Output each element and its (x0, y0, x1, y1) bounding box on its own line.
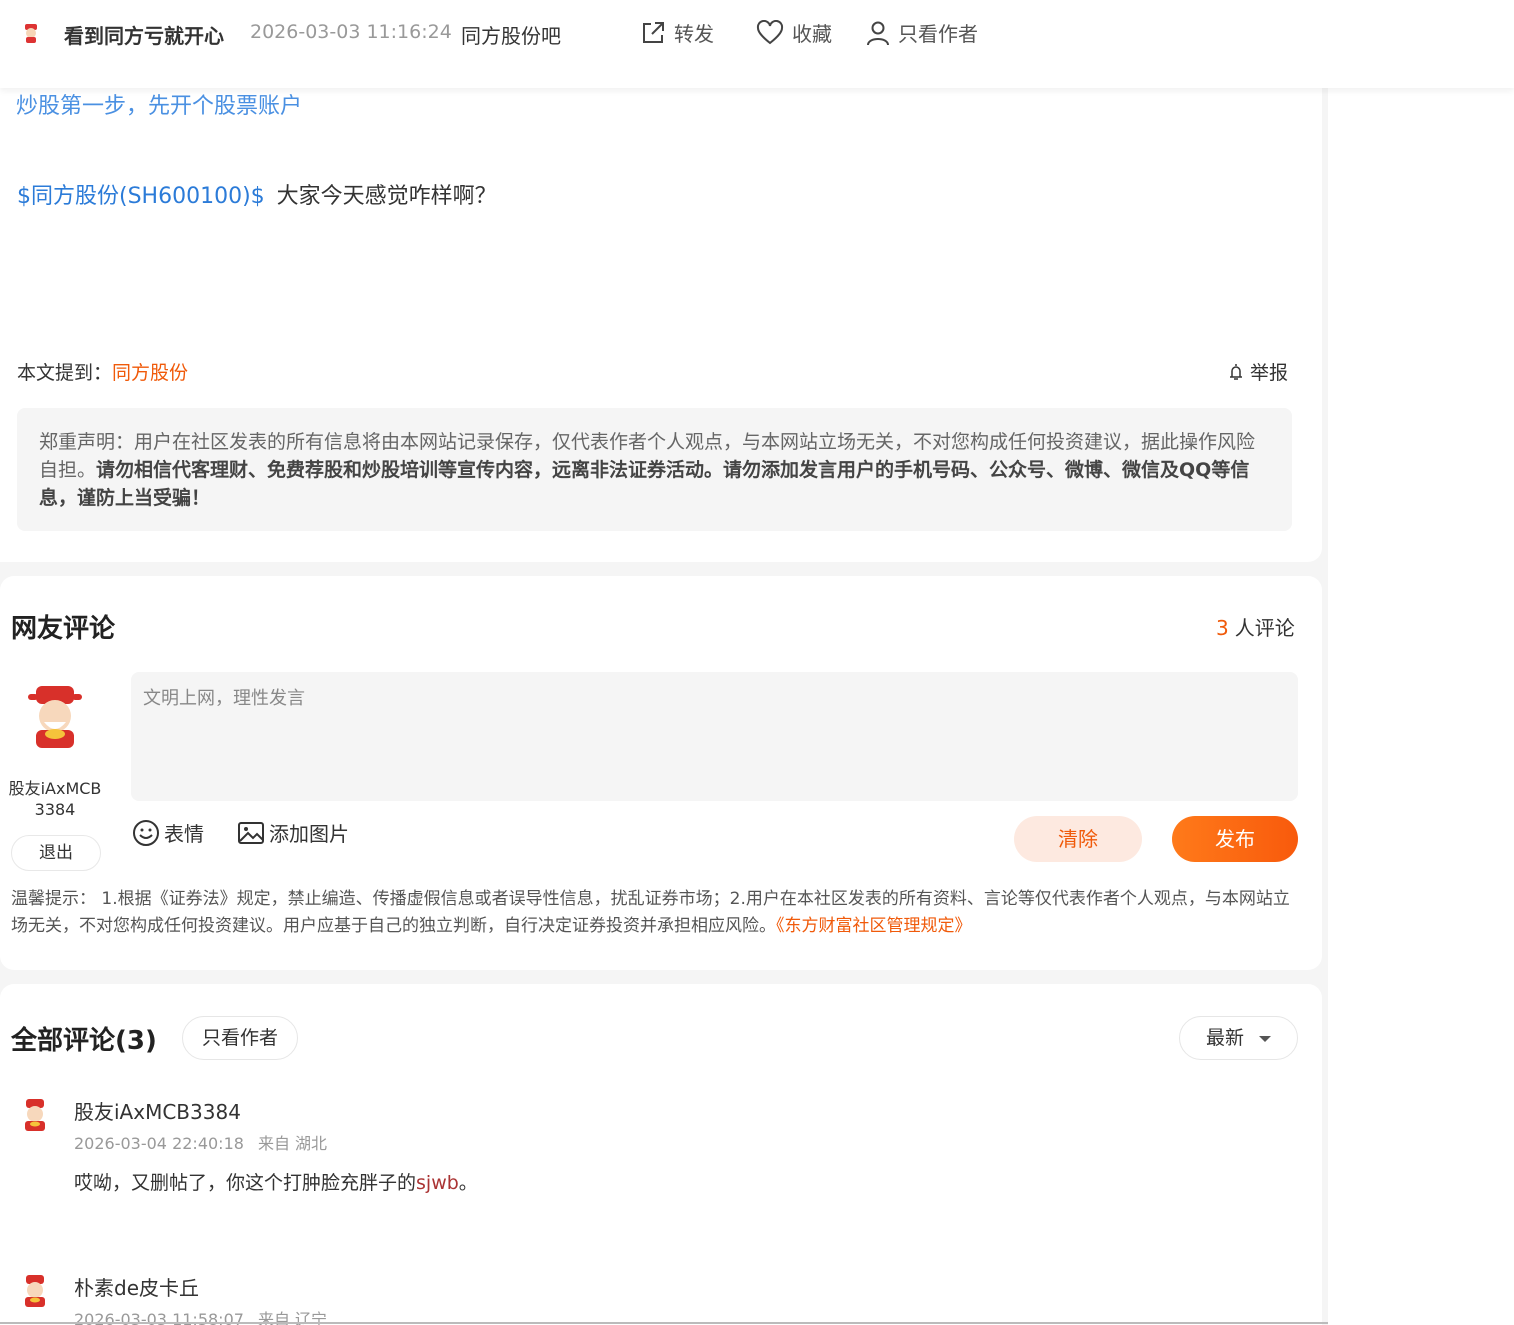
sort-label: 最新 (1206, 1027, 1245, 1049)
post-header-bar: 看到同方亏就开心 2026-03-03 11:16:24 同方股份吧 转发 收藏… (0, 0, 1514, 88)
mention-label: 本文提到： (17, 362, 113, 384)
warm-tips: 温馨提示： 1.根据《证券法》规定，禁止编造、传播虚假信息或者误导性信息，扰乱证… (11, 886, 1301, 940)
all-comments-title: 全部评论(3) (11, 1026, 157, 1056)
caret-down-icon (1259, 1036, 1271, 1042)
author-avatar[interactable] (20, 22, 42, 44)
bell-icon (1230, 363, 1242, 380)
comment-count-suffix: 人评论 (1234, 616, 1295, 640)
page-margin (1328, 0, 1514, 1325)
comment-section-title: 网友评论 (11, 614, 116, 644)
comment-count-number: 3 (1216, 616, 1229, 640)
emoji-button[interactable]: 表情 (132, 818, 204, 847)
comment-form-card: 网友评论 3 人评论 股友iAxMCB3384 退出 文明上网，理性发言 表情 添… (0, 576, 1322, 970)
favorite-label: 收藏 (792, 22, 832, 46)
scribbled-word: sjwb (416, 1172, 459, 1194)
disclaimer-bold: 请勿相信代客理财、免费荐股和炒股培训等宣传内容，远离非法证券活动。请勿添加发言用… (39, 459, 1250, 509)
image-label: 添加图片 (269, 822, 349, 846)
smile-icon (133, 819, 159, 846)
image-icon (238, 821, 264, 844)
page: 炒股第一步，先开个股票账户 $同方股份(SH600100)$ 大家今天感觉咋样啊？… (0, 0, 1514, 1325)
comment-location: 来自 湖北 (257, 1134, 328, 1153)
article-text: 大家今天感觉咋样啊？ (276, 184, 497, 209)
share-label: 转发 (674, 22, 714, 46)
comment-count: 3 人评论 (1216, 612, 1295, 641)
disclaimer-box: 郑重声明：用户在社区发表的所有信息将由本网站记录保存，仅代表作者个人观点，与本网… (17, 408, 1292, 531)
stock-tag-link[interactable]: $同方股份(SH600100)$ (17, 184, 265, 209)
comment-time: 2026-03-04 22:40:18 (74, 1134, 244, 1153)
open-account-ad-link[interactable]: 炒股第一步，先开个股票账户 (16, 88, 302, 120)
commenter-name[interactable]: 朴素de皮卡丘 (74, 1272, 199, 1301)
commenter-name[interactable]: 股友iAxMCB3384 (74, 1096, 241, 1125)
current-user-avatar[interactable] (22, 684, 88, 750)
heart-icon (756, 19, 784, 44)
sort-dropdown[interactable]: 最新 (1179, 1016, 1298, 1060)
add-image-button[interactable]: 添加图片 (237, 818, 349, 847)
share-icon (643, 21, 664, 43)
bar-name-link[interactable]: 同方股份吧 (461, 20, 561, 49)
emoji-label: 表情 (164, 822, 204, 846)
author-only-chip[interactable]: 只看作者 (182, 1016, 298, 1060)
page-bottom-edge (0, 1322, 1328, 1324)
share-button[interactable]: 转发 (640, 18, 714, 47)
mentioned-stock-link[interactable]: 同方股份 (112, 362, 188, 384)
post-time: 2026-03-03 11:16:24 (250, 21, 452, 43)
favorite-button[interactable]: 收藏 (756, 18, 832, 47)
report-button[interactable]: 举报 (1226, 358, 1288, 385)
comment-input[interactable]: 文明上网，理性发言 (131, 672, 1298, 801)
all-comments-card: 全部评论(3) 只看作者 最新 股友iAxMCB3384 2026-03-04 … (0, 984, 1322, 1325)
current-user-name: 股友iAxMCB3384 (8, 779, 102, 819)
clear-button[interactable]: 清除 (1014, 816, 1142, 862)
comment-text-main: 哎呦，又删帖了，你这个打肿脸充胖子的 (74, 1172, 417, 1194)
post-button[interactable]: 发布 (1172, 816, 1298, 862)
author-name[interactable]: 看到同方亏就开心 (64, 20, 224, 49)
article-body: $同方股份(SH600100)$ 大家今天感觉咋样啊？ (17, 178, 497, 210)
comment-text: 哎呦，又删帖了，你这个打肿脸充胖子的sjwb。 (74, 1168, 478, 1195)
author-only-button[interactable]: 只看作者 (866, 18, 978, 47)
comment-text-end: 。 (458, 1172, 478, 1194)
community-rules-link[interactable]: 《东方财富社区管理规定》 (776, 916, 972, 936)
mentioned-stocks: 本文提到：同方股份 (17, 358, 188, 385)
author-only-label: 只看作者 (898, 22, 978, 46)
commenter-avatar[interactable] (18, 1098, 52, 1132)
logout-button[interactable]: 退出 (11, 835, 101, 871)
comment-meta: 2026-03-04 22:40:18 来自 湖北 (74, 1130, 327, 1154)
report-label: 举报 (1250, 362, 1289, 384)
tips-text: 温馨提示： 1.根据《证券法》规定，禁止编造、传播虚假信息或者误导性信息，扰乱证… (11, 889, 1290, 936)
commenter-avatar[interactable] (18, 1274, 52, 1308)
user-icon (867, 21, 889, 45)
